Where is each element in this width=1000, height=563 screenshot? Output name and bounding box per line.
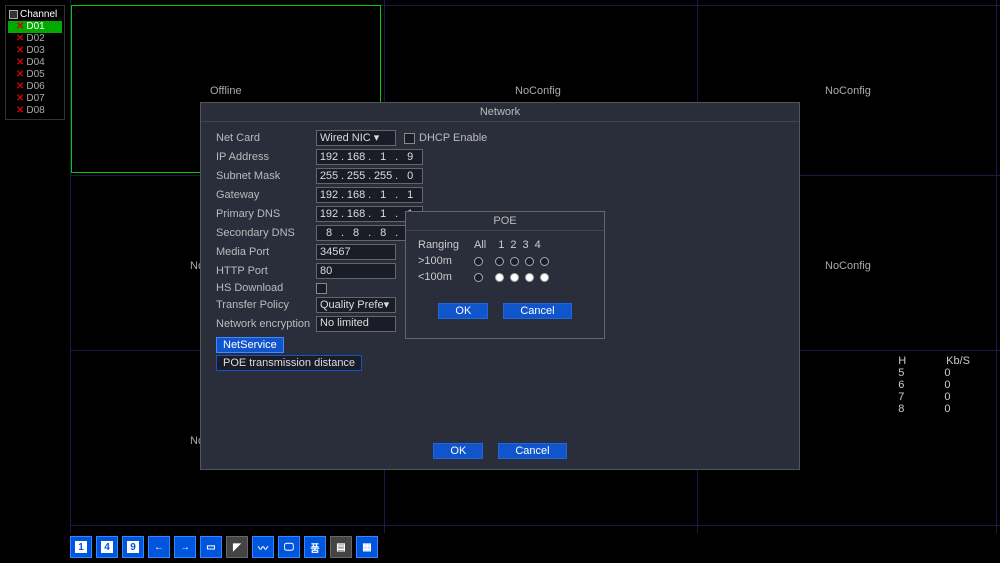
poe-title: POE bbox=[406, 212, 604, 231]
view-9-button[interactable]: 9 bbox=[122, 536, 144, 558]
ptz-icon: ◤ bbox=[233, 542, 241, 553]
radio-lt100-all[interactable] bbox=[474, 273, 483, 282]
channel-item-d01[interactable]: ✕D01 bbox=[8, 21, 62, 33]
http-port-input[interactable] bbox=[316, 263, 396, 279]
fullscreen-button[interactable]: ▭ bbox=[200, 536, 222, 558]
label-gt100: >100m bbox=[418, 255, 468, 267]
view-4-button[interactable]: 4 bbox=[96, 536, 118, 558]
channel-item-d06[interactable]: ✕D06 bbox=[8, 81, 62, 93]
label-dhcp: DHCP Enable bbox=[419, 132, 487, 144]
label-hsdl: HS Download bbox=[216, 282, 316, 294]
label-http: HTTP Port bbox=[216, 265, 316, 277]
graph-button[interactable]: 〰 bbox=[252, 536, 274, 558]
network-encryption-select[interactable]: No limited bbox=[316, 316, 396, 332]
network-title: Network bbox=[201, 103, 799, 122]
x-icon: ✕ bbox=[16, 93, 24, 105]
network-cancel-button[interactable]: Cancel bbox=[498, 443, 566, 459]
x-icon: ✕ bbox=[16, 57, 24, 69]
label-ip: IP Address bbox=[216, 151, 316, 163]
radio-gt100-4[interactable] bbox=[540, 257, 549, 266]
hs-download-checkbox[interactable] bbox=[316, 283, 327, 294]
channel-item-d04[interactable]: ✕D04 bbox=[8, 57, 62, 69]
netservice-link[interactable]: NetService bbox=[216, 337, 284, 353]
channel-item-d02[interactable]: ✕D02 bbox=[8, 33, 62, 45]
network-button[interactable]: 품 bbox=[304, 536, 326, 558]
ptz-button[interactable]: ◤ bbox=[226, 536, 248, 558]
poe-ok-button[interactable]: OK bbox=[438, 303, 488, 319]
x-icon: ✕ bbox=[16, 105, 24, 117]
taskbar: 1 4 9 ← → ▭ ◤ 〰 🖵 품 ▤ ▦ bbox=[70, 535, 378, 559]
radio-gt100-1[interactable] bbox=[495, 257, 504, 266]
label-netenc: Network encryption bbox=[216, 318, 316, 330]
stats-panel: HKb/S 50 60 70 80 bbox=[898, 355, 970, 415]
view-1-button[interactable]: 1 bbox=[70, 536, 92, 558]
netcard-select[interactable]: Wired NIC ▾ bbox=[316, 130, 396, 146]
channel-item-d03[interactable]: ✕D03 bbox=[8, 45, 62, 57]
label-gateway: Gateway bbox=[216, 189, 316, 201]
label-noconfig: NoConfig bbox=[515, 85, 561, 97]
fullscreen-icon: ▭ bbox=[206, 542, 215, 553]
poe-cancel-button[interactable]: Cancel bbox=[503, 303, 571, 319]
channel-item-d05[interactable]: ✕D05 bbox=[8, 69, 62, 81]
prev-button[interactable]: ← bbox=[148, 536, 170, 558]
label-pdns: Primary DNS bbox=[216, 208, 316, 220]
radio-gt100-2[interactable] bbox=[510, 257, 519, 266]
label-transfer: Transfer Policy bbox=[216, 299, 316, 311]
radio-lt100-1[interactable] bbox=[495, 273, 504, 282]
label-lt100: <100m bbox=[418, 271, 468, 283]
radio-lt100-4[interactable] bbox=[540, 273, 549, 282]
poe-distance-link[interactable]: POE transmission distance bbox=[216, 355, 362, 371]
label-subnet: Subnet Mask bbox=[216, 170, 316, 182]
poe-dialog: POE Ranging All 1 2 3 4 >100m <100m OK bbox=[405, 211, 605, 339]
network-ok-button[interactable]: OK bbox=[433, 443, 483, 459]
grid-button[interactable]: ▦ bbox=[356, 536, 378, 558]
next-button[interactable]: → bbox=[174, 536, 196, 558]
grid-icon: ▦ bbox=[362, 542, 371, 553]
arrow-left-icon: ← bbox=[154, 542, 164, 553]
radio-gt100-3[interactable] bbox=[525, 257, 534, 266]
x-icon: ✕ bbox=[16, 81, 24, 93]
label-media: Media Port bbox=[216, 246, 316, 258]
x-icon: ✕ bbox=[16, 69, 24, 81]
transfer-policy-select[interactable]: Quality Prefe▾ bbox=[316, 297, 396, 313]
channel-sidebar: Channel ✕D01 ✕D02 ✕D03 ✕D04 ✕D05 ✕D06 ✕D… bbox=[5, 5, 65, 120]
ip-input[interactable]: 192. 168. 1. 9 bbox=[316, 149, 423, 165]
label-netcard: Net Card bbox=[216, 132, 316, 144]
radio-lt100-2[interactable] bbox=[510, 273, 519, 282]
label-sdns: Secondary DNS bbox=[216, 227, 316, 239]
disk-button[interactable]: ▤ bbox=[330, 536, 352, 558]
gateway-input[interactable]: 192. 168. 1. 1 bbox=[316, 187, 423, 203]
label-ranging: Ranging bbox=[418, 239, 468, 251]
arrow-right-icon: → bbox=[180, 542, 190, 553]
monitor-button[interactable]: 🖵 bbox=[278, 536, 300, 558]
channel-item-d08[interactable]: ✕D08 bbox=[8, 105, 62, 117]
dhcp-checkbox[interactable] bbox=[404, 133, 415, 144]
radio-gt100-all[interactable] bbox=[474, 257, 483, 266]
label-noconfig: NoConfig bbox=[825, 260, 871, 272]
x-icon: ✕ bbox=[16, 21, 24, 33]
disk-icon: ▤ bbox=[336, 542, 345, 553]
subnet-input[interactable]: 255. 255. 255. 0 bbox=[316, 168, 423, 184]
media-port-input[interactable] bbox=[316, 244, 396, 260]
graph-icon: 〰 bbox=[258, 540, 268, 555]
monitor-icon: 🖵 bbox=[284, 542, 294, 553]
radio-lt100-3[interactable] bbox=[525, 273, 534, 282]
channel-item-d07[interactable]: ✕D07 bbox=[8, 93, 62, 105]
x-icon: ✕ bbox=[16, 33, 24, 45]
label-noconfig: NoConfig bbox=[825, 85, 871, 97]
label-offline: Offline bbox=[210, 85, 242, 97]
x-icon: ✕ bbox=[16, 45, 24, 57]
sidebar-header: Channel bbox=[8, 8, 62, 21]
network-icon: 품 bbox=[310, 540, 319, 555]
